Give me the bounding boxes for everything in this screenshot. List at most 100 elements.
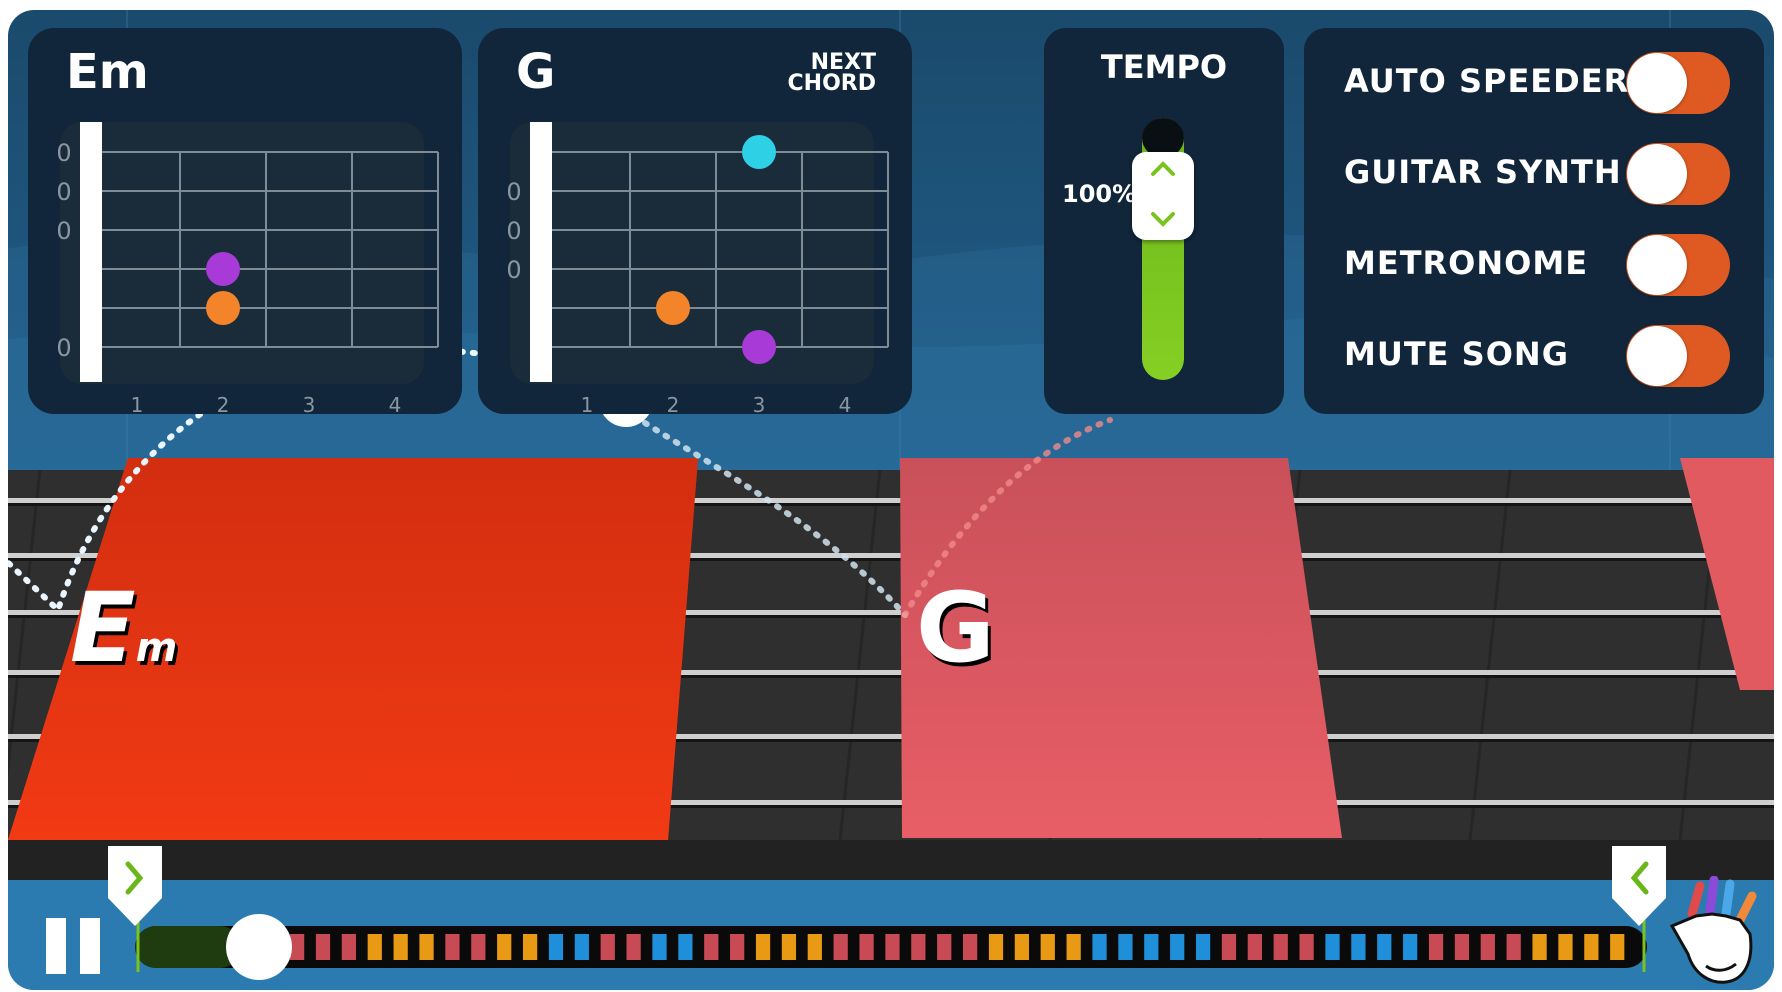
chord-block-main-letter: E	[70, 572, 136, 684]
hand-button[interactable]	[1666, 875, 1766, 988]
fret-number: 1	[581, 393, 594, 417]
timeline-chord-segment	[1040, 934, 1055, 960]
fret-number: 3	[303, 393, 316, 417]
guitar-synth-label: GUITAR SYNTH	[1344, 153, 1622, 191]
timeline-chord-segment	[1118, 934, 1133, 960]
next-chord-label-line2: CHORD	[787, 71, 876, 96]
open-string-marker: 0	[56, 334, 71, 362]
chord-nut	[80, 122, 102, 382]
fret-number: 3	[753, 393, 766, 417]
toggle-knob	[1627, 144, 1687, 204]
tempo-slider-handle[interactable]	[1132, 152, 1194, 240]
open-string-marker: 0	[56, 139, 71, 167]
timeline-chord-segment	[1532, 934, 1547, 960]
finger-dot	[742, 135, 776, 169]
timeline-chord-segment	[367, 934, 382, 960]
tempo-up-button[interactable]	[1151, 161, 1175, 176]
open-string-marker: 0	[506, 256, 521, 284]
game-screen: 00001234 0001234 Em G NEXT CHORD TEMPO 1…	[0, 0, 1782, 992]
timeline-chord-segment	[1195, 934, 1211, 960]
timeline-chord-segment	[1610, 934, 1625, 960]
current-chord-name: Em	[66, 44, 149, 100]
timeline-chord-segment	[1480, 934, 1495, 960]
toggle-knob	[1627, 326, 1687, 386]
current-chord-block-label: Em	[70, 572, 177, 684]
timeline-chord-segment	[341, 934, 357, 960]
chevron-down-icon	[1151, 212, 1175, 227]
chord-block-suffix: m	[135, 625, 178, 671]
timeline-chord-segment	[963, 934, 978, 960]
timeline-chord-segment	[445, 934, 460, 960]
timeline-chord-segment	[600, 934, 615, 960]
timeline-chord-segment	[1454, 934, 1470, 960]
timeline-chord-segment	[988, 934, 1004, 960]
open-string-marker: 0	[56, 178, 71, 206]
loop-start-marker[interactable]	[106, 846, 164, 928]
timeline-chord-segment	[807, 934, 822, 960]
fret-number: 4	[389, 393, 402, 417]
timeline-chord-segment	[1403, 934, 1418, 960]
timeline-chord-segment	[1584, 934, 1599, 960]
chord-highway	[8, 458, 1774, 880]
open-string-marker: 0	[56, 217, 71, 245]
timeline-chord-segment	[522, 934, 538, 960]
hand-icon	[1669, 875, 1757, 984]
timeline-chord-segment	[1092, 934, 1107, 960]
timeline-chord-segment	[393, 934, 408, 960]
open-string-marker: 0	[506, 178, 521, 206]
song-progress-fill	[135, 926, 241, 968]
finger-dot	[656, 291, 690, 325]
timeline-chord-segment	[419, 934, 434, 960]
progress-scrubber[interactable]	[226, 914, 292, 980]
next-chord-label: NEXT CHORD	[780, 50, 876, 96]
timeline-chord-segment	[781, 934, 797, 960]
auto-speeder-toggle[interactable]	[1626, 52, 1730, 114]
timeline-chord-segment	[885, 934, 900, 960]
timeline-chord-segment	[652, 934, 667, 960]
chord-block-main-letter: G	[916, 572, 995, 684]
timeline-chord-segment	[833, 934, 848, 960]
timeline-chord-segment	[1273, 934, 1288, 960]
timeline-chord-segment	[1014, 934, 1030, 960]
timeline-chord-segment	[911, 934, 926, 960]
loop-end-marker[interactable]	[1610, 846, 1668, 928]
next-chord-label-line1: NEXT	[810, 50, 876, 75]
timeline-chord-segment	[1428, 934, 1444, 960]
mute-song-toggle[interactable]	[1626, 325, 1730, 387]
timeline-chord-segment	[1351, 934, 1366, 960]
tempo-title: TEMPO	[1100, 48, 1228, 86]
next-chord-name: G	[516, 44, 556, 100]
timeline-chord-segment	[497, 934, 512, 960]
finger-dot	[206, 291, 240, 325]
fret-number: 1	[131, 393, 144, 417]
timeline-chord-segment	[704, 934, 719, 960]
pause-button[interactable]	[46, 918, 102, 974]
fret-number: 2	[217, 393, 230, 417]
fret-number: 4	[839, 393, 852, 417]
finger-dot	[742, 330, 776, 364]
tempo-down-button[interactable]	[1151, 212, 1175, 227]
fret-number: 2	[667, 393, 680, 417]
toggle-knob	[1627, 53, 1687, 113]
metronome-label: METRONOME	[1344, 244, 1589, 282]
game-stage: 0 0 0 0 1 2 3 4 0 0 0 1 2 3 4	[8, 10, 1774, 990]
timeline-chord-segment	[574, 934, 589, 960]
timeline-chord-segment	[755, 934, 771, 960]
timeline-chord-segment	[859, 934, 874, 960]
guitar-synth-toggle[interactable]	[1626, 143, 1730, 205]
timeline-chord-segment	[290, 934, 305, 960]
timeline-chord-segment	[730, 934, 745, 960]
next-chord-block-label: G	[916, 572, 995, 684]
timeline-chord-segment	[1506, 934, 1521, 960]
timeline-chord-segment	[1558, 934, 1573, 960]
timeline-chord-segment	[626, 934, 641, 960]
mute-song-label: MUTE SONG	[1344, 335, 1569, 373]
chevron-up-icon	[1151, 161, 1175, 176]
timeline-chord-segment	[1325, 934, 1340, 960]
finger-dot	[206, 252, 240, 286]
metronome-toggle[interactable]	[1626, 234, 1730, 296]
chord-nut	[530, 122, 552, 382]
timeline-chord-segment	[937, 934, 952, 960]
timeline-chord-segment	[471, 934, 486, 960]
timeline-chord-segment	[1144, 934, 1159, 960]
